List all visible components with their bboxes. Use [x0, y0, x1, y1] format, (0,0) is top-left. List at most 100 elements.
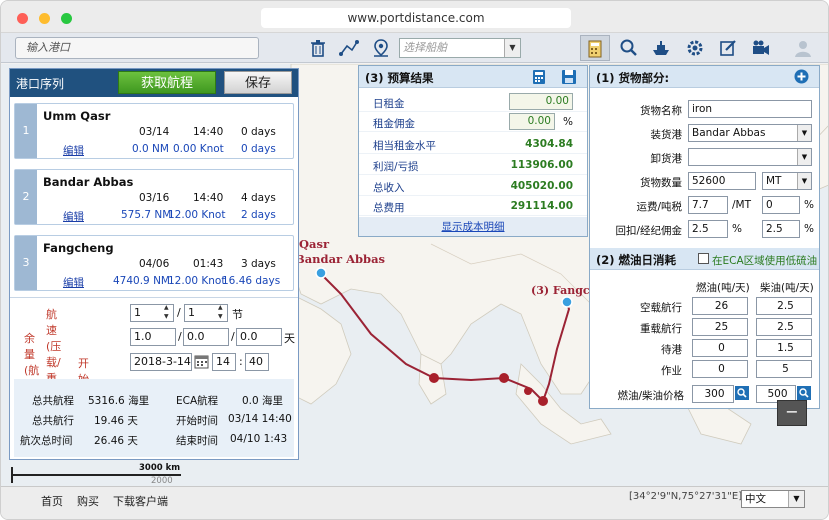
fuel-price-label: 燃油/柴油价格 [617, 390, 684, 402]
speed-unit: 节 [232, 308, 243, 321]
margin-work-input[interactable]: 0.0 [236, 328, 282, 346]
voyage-calc-tool[interactable] [580, 35, 610, 61]
ship-select[interactable]: 选择船舶 ▼ [399, 38, 521, 58]
ship-icon[interactable] [651, 38, 671, 58]
trash-icon[interactable] [308, 38, 328, 58]
video-camera-icon[interactable] [751, 38, 771, 58]
port-card[interactable]: 1 Umm Qasr 03/14 14:40 0 days 编辑 0.0 NM … [14, 103, 294, 159]
map-scale: 3000 km 2000 mi [11, 463, 181, 496]
cargo-header: (1) 货物部分: [590, 66, 819, 88]
work-diesel-input[interactable]: 5 [756, 360, 812, 378]
port-marker-fangcheng[interactable] [561, 296, 573, 308]
tax-input[interactable]: 0 [762, 196, 800, 214]
edit-port-link[interactable]: 编辑 [63, 275, 84, 290]
load-port-select[interactable]: Bandar Abbas ▼ [688, 124, 812, 142]
margin-wait-input[interactable]: 0.0 [183, 328, 229, 346]
add-icon[interactable] [794, 69, 809, 84]
eca-distance-label: ECA航程 [176, 395, 219, 407]
laden-fuel-input[interactable]: 25 [692, 318, 748, 336]
calculator-icon [588, 40, 602, 58]
port-marker-bandar-abbas[interactable] [315, 267, 327, 279]
diesel-column-header: 柴油(吨/天) [760, 282, 814, 294]
budget-label: 利润/亏损 [373, 161, 419, 173]
address-bar[interactable]: www.portdistance.com [261, 8, 571, 28]
port-index: 2 [15, 170, 37, 224]
language-select[interactable]: 中文 ▼ [741, 490, 805, 508]
margin-sail-input[interactable]: 1.0 [130, 328, 176, 346]
brokerage-input[interactable]: 2.5 [762, 220, 800, 238]
fuel-price-input[interactable]: 300 [692, 385, 734, 403]
edit-icon[interactable] [718, 38, 738, 58]
budget-value: 291114.00 [510, 200, 573, 212]
start-date-input[interactable]: 2018-3-14 [130, 353, 192, 371]
buy-link[interactable]: 购买 [77, 493, 99, 509]
show-cost-detail-link[interactable]: 显示成本明细 [442, 221, 505, 233]
port-search-input[interactable]: 输入港口 [15, 37, 259, 59]
gear-icon[interactable] [685, 38, 705, 58]
port-sequence-header: 港口序列 获取航程 保存 [10, 69, 298, 97]
eca-low-sulfur-label: 在ECA区域使用低硫油 [712, 255, 818, 267]
load-port-label: 装货港 [650, 129, 683, 141]
budget-label: 总收入 [373, 182, 405, 194]
route-waypoint[interactable] [499, 373, 509, 383]
start-hour-input[interactable]: 14 [212, 353, 236, 371]
spinner-icon[interactable]: ▲ ▼ [218, 303, 223, 321]
port-days: 3 days [241, 258, 276, 270]
port-card[interactable]: 2 Bandar Abbas 03/16 14:40 4 days 编辑 575… [14, 169, 294, 225]
edit-port-link[interactable]: 编辑 [63, 209, 84, 224]
work-fuel-input[interactable]: 0 [692, 360, 748, 378]
zoom-out-button[interactable]: − [777, 400, 807, 426]
spinner-icon[interactable]: ▲ ▼ [164, 303, 169, 321]
user-avatar-icon[interactable] [793, 38, 813, 58]
language-value: 中文 [745, 493, 766, 505]
save-button[interactable]: 保存 [224, 71, 292, 94]
route-icon[interactable] [339, 38, 359, 58]
budget-row-hire-commission: 租金佣金 0.00 % [359, 112, 587, 132]
edit-port-link[interactable]: 编辑 [63, 143, 84, 158]
route-waypoint[interactable] [538, 396, 548, 406]
start-minute-input[interactable]: 40 [245, 353, 269, 371]
route-waypoint[interactable] [429, 373, 439, 383]
freight-input[interactable]: 7.7 [688, 196, 728, 214]
browser-window: www.portdistance.com 输入港口 选择船舶 ▼ Qasr Ba… [0, 0, 829, 520]
rebate-input[interactable]: 2.5 [688, 220, 728, 238]
quantity-unit-select[interactable]: MT ▼ [762, 172, 812, 190]
daily-hire-input[interactable]: 0.00 [509, 93, 573, 110]
close-window-button[interactable] [17, 13, 28, 24]
port-time: 14:40 [193, 126, 224, 138]
port-distance: 575.7 NM [121, 209, 172, 221]
status-footer: 首页 购买 下载客户端 [34°2'9"N,75°27'31"E] 中文 ▼ [1, 486, 828, 519]
chevron-down-icon: ▼ [797, 173, 811, 189]
wait-fuel-input[interactable]: 0 [692, 339, 748, 357]
save-icon[interactable] [561, 69, 577, 85]
discharge-port-select[interactable]: ▼ [688, 148, 812, 166]
port-card[interactable]: 3 Fangcheng 04/06 01:43 3 days 编辑 4740.9… [14, 235, 294, 291]
ballast-fuel-input[interactable]: 26 [692, 297, 748, 315]
quantity-input[interactable]: 52600 [688, 172, 756, 190]
hire-commission-input[interactable]: 0.00 [509, 113, 555, 130]
port-speed: 12.00 Knot [168, 275, 226, 287]
calculator-icon[interactable] [531, 69, 547, 85]
search-icon[interactable] [735, 386, 749, 400]
goods-name-input[interactable]: iron [688, 100, 812, 118]
port-days: 4 days [241, 192, 276, 204]
download-client-link[interactable]: 下载客户端 [113, 493, 168, 509]
wait-diesel-input[interactable]: 1.5 [756, 339, 812, 357]
search-icon[interactable] [619, 38, 639, 58]
eca-low-sulfur-checkbox[interactable] [698, 253, 709, 264]
maximize-window-button[interactable] [61, 13, 72, 24]
port-speed: 12.00 Knot [168, 209, 226, 221]
ballast-diesel-input[interactable]: 2.5 [756, 297, 812, 315]
search-icon[interactable] [797, 386, 811, 400]
minimize-window-button[interactable] [39, 13, 50, 24]
cursor-coordinates: [34°2'9"N,75°27'31"E] [629, 491, 743, 502]
port-time: 14:40 [193, 192, 224, 204]
map-label-bandar-abbas: Bandar Abbas [295, 252, 386, 266]
laden-diesel-input[interactable]: 2.5 [756, 318, 812, 336]
fetch-voyage-button[interactable]: 获取航程 [118, 71, 216, 94]
route-waypoint[interactable] [524, 387, 532, 395]
home-link[interactable]: 首页 [41, 493, 63, 509]
calendar-icon[interactable] [194, 354, 209, 369]
location-pin-icon[interactable] [371, 38, 391, 58]
cargo-title: (1) 货物部分: [596, 71, 670, 85]
